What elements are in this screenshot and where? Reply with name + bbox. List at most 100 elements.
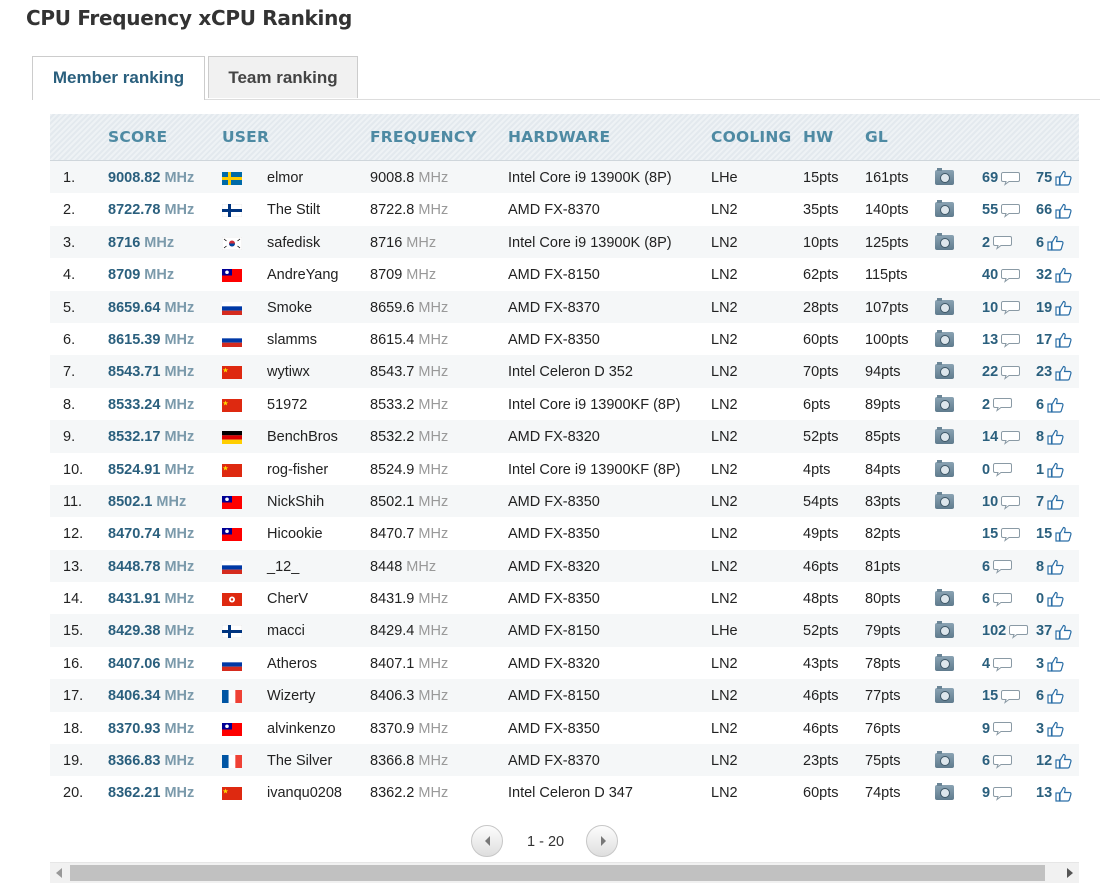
hardware-link[interactable]: AMD FX-8350 (508, 517, 600, 551)
comments-link[interactable]: 14 (982, 420, 1021, 454)
score[interactable]: 8532.17 MHz (108, 420, 194, 454)
comments-link[interactable]: 6 (982, 744, 1013, 778)
hardware-link[interactable]: Intel Celeron D 352 (508, 355, 633, 389)
comments-link[interactable]: 69 (982, 161, 1021, 195)
score[interactable]: 8524.91 MHz (108, 453, 194, 487)
user-link[interactable]: rog-fisher (267, 453, 328, 487)
hardware-link[interactable]: Intel Celeron D 347 (508, 776, 633, 810)
score[interactable]: 8448.78 MHz (108, 550, 194, 584)
score[interactable]: 8407.06 MHz (108, 647, 194, 681)
camera-icon[interactable] (935, 394, 954, 412)
hardware-link[interactable]: AMD FX-8370 (508, 193, 600, 227)
score[interactable]: 9008.82 MHz (108, 161, 194, 195)
comments-link[interactable]: 2 (982, 226, 1013, 260)
camera-icon[interactable] (935, 589, 954, 607)
user-link[interactable]: _12_ (267, 550, 299, 584)
hardware-link[interactable]: AMD FX-8150 (508, 679, 600, 713)
user-link[interactable]: 51972 (267, 388, 307, 422)
camera-icon[interactable] (935, 491, 954, 509)
horizontal-scrollbar[interactable] (50, 862, 1079, 883)
likes-link[interactable]: 13 (1036, 776, 1072, 810)
comments-link[interactable]: 15 (982, 517, 1021, 551)
score[interactable]: 8406.34 MHz (108, 679, 194, 713)
score[interactable]: 8543.71 MHz (108, 355, 194, 389)
comments-link[interactable]: 40 (982, 258, 1021, 292)
likes-link[interactable]: 75 (1036, 161, 1072, 195)
likes-link[interactable]: 17 (1036, 323, 1072, 357)
likes-link[interactable]: 66 (1036, 193, 1072, 227)
camera-icon[interactable] (935, 232, 954, 250)
user-link[interactable]: Smoke (267, 291, 312, 325)
user-link[interactable]: elmor (267, 161, 303, 195)
camera-icon[interactable] (935, 427, 954, 445)
user-link[interactable]: Hicookie (267, 517, 323, 551)
previous-page-button[interactable] (471, 825, 503, 857)
scroll-left-icon[interactable] (56, 868, 62, 878)
score[interactable]: 8362.21 MHz (108, 776, 194, 810)
column-header-hw[interactable]: HW (803, 114, 833, 160)
user-link[interactable]: Wizerty (267, 679, 315, 713)
camera-icon[interactable] (935, 621, 954, 639)
likes-link[interactable]: 1 (1036, 453, 1064, 487)
hardware-link[interactable]: Intel Core i9 13900KF (8P) (508, 453, 680, 487)
user-link[interactable]: AndreYang (267, 258, 338, 292)
comments-link[interactable]: 9 (982, 712, 1013, 746)
user-link[interactable]: The Silver (267, 744, 332, 778)
user-link[interactable]: NickShih (267, 485, 324, 519)
comments-link[interactable]: 2 (982, 388, 1013, 422)
comments-link[interactable]: 9 (982, 776, 1013, 810)
hardware-link[interactable]: AMD FX-8320 (508, 420, 600, 454)
likes-link[interactable]: 23 (1036, 355, 1072, 389)
user-link[interactable]: macci (267, 614, 305, 648)
score[interactable]: 8716 MHz (108, 226, 174, 260)
score[interactable]: 8533.24 MHz (108, 388, 194, 422)
camera-icon[interactable] (935, 459, 954, 477)
hardware-link[interactable]: AMD FX-8350 (508, 485, 600, 519)
camera-icon[interactable] (935, 297, 954, 315)
score[interactable]: 8429.38 MHz (108, 614, 194, 648)
column-header-user[interactable]: USER (222, 114, 269, 160)
score[interactable]: 8659.64 MHz (108, 291, 194, 325)
user-link[interactable]: safedisk (267, 226, 320, 260)
likes-link[interactable]: 37 (1036, 614, 1072, 648)
camera-icon[interactable] (935, 653, 954, 671)
camera-icon[interactable] (935, 362, 954, 380)
likes-link[interactable]: 6 (1036, 679, 1064, 713)
likes-link[interactable]: 7 (1036, 485, 1064, 519)
likes-link[interactable]: 15 (1036, 517, 1072, 551)
user-link[interactable]: ivanqu0208 (267, 776, 342, 810)
score[interactable]: 8615.39 MHz (108, 323, 194, 357)
hardware-link[interactable]: AMD FX-8350 (508, 582, 600, 616)
user-link[interactable]: The Stilt (267, 193, 320, 227)
hardware-link[interactable]: AMD FX-8320 (508, 647, 600, 681)
hardware-link[interactable]: Intel Core i9 13900K (8P) (508, 161, 672, 195)
user-link[interactable]: BenchBros (267, 420, 338, 454)
comments-link[interactable]: 55 (982, 193, 1021, 227)
column-header-frequency[interactable]: FREQUENCY (370, 114, 477, 160)
tab-member-ranking[interactable]: Member ranking (32, 56, 205, 100)
score[interactable]: 8470.74 MHz (108, 517, 194, 551)
column-header-hardware[interactable]: HARDWARE (508, 114, 610, 160)
comments-link[interactable]: 15 (982, 679, 1021, 713)
comments-link[interactable]: 13 (982, 323, 1021, 357)
comments-link[interactable]: 6 (982, 550, 1013, 584)
next-page-button[interactable] (586, 825, 618, 857)
likes-link[interactable]: 3 (1036, 647, 1064, 681)
hardware-link[interactable]: AMD FX-8370 (508, 291, 600, 325)
score[interactable]: 8709 MHz (108, 258, 174, 292)
likes-link[interactable]: 6 (1036, 388, 1064, 422)
comments-link[interactable]: 0 (982, 453, 1013, 487)
likes-link[interactable]: 8 (1036, 420, 1064, 454)
user-link[interactable]: CherV (267, 582, 308, 616)
user-link[interactable]: alvinkenzo (267, 712, 336, 746)
score[interactable]: 8502.1 MHz (108, 485, 186, 519)
hardware-link[interactable]: AMD FX-8350 (508, 323, 600, 357)
user-link[interactable]: slamms (267, 323, 317, 357)
likes-link[interactable]: 19 (1036, 291, 1072, 325)
likes-link[interactable]: 3 (1036, 712, 1064, 746)
camera-icon[interactable] (935, 168, 954, 185)
likes-link[interactable]: 8 (1036, 550, 1064, 584)
score[interactable]: 8431.91 MHz (108, 582, 194, 616)
comments-link[interactable]: 4 (982, 647, 1013, 681)
comments-link[interactable]: 22 (982, 355, 1021, 389)
